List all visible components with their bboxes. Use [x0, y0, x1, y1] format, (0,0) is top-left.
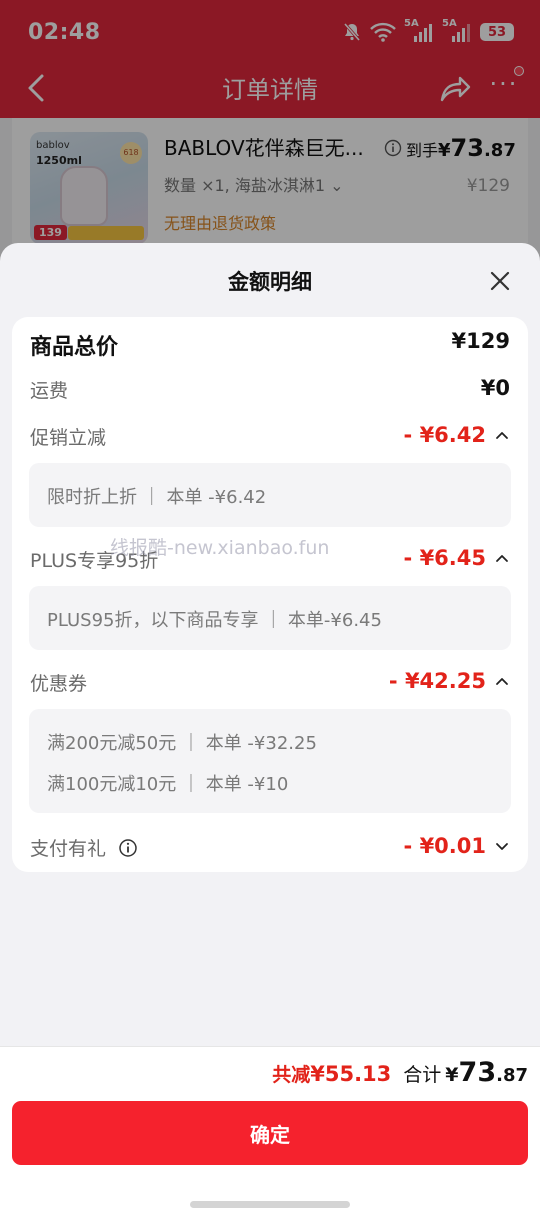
plus-discount-value: - ¥6.45 [403, 546, 486, 570]
total-label: 合计 [403, 1064, 442, 1086]
shipping-label: 运费 [30, 380, 69, 402]
promo-row[interactable]: 促销立减 - ¥6.42 [30, 423, 510, 455]
total-currency: ¥ [445, 1064, 459, 1086]
chevron-up-icon[interactable] [494, 673, 510, 689]
shipping-value: ¥0 [480, 376, 510, 400]
discount-value: ¥55.13 [310, 1062, 392, 1086]
amount-detail-card: 商品总价 ¥129 运费 ¥0 促销立减 - ¥6.42 限时折上折 ｜ 本单 … [12, 317, 528, 872]
payment-gift-value: - ¥0.01 [403, 834, 486, 858]
goods-total-value: ¥129 [451, 329, 510, 353]
chevron-up-icon[interactable] [494, 550, 510, 566]
coupon-value: - ¥42.25 [388, 669, 486, 693]
coupon-label: 优惠券 [30, 673, 88, 695]
coupon-detail-1: 满200元减50元 ｜ 本单 -¥32.25 [47, 733, 317, 754]
goods-total-label: 商品总价 [30, 335, 119, 360]
confirm-button[interactable]: 确定 [12, 1101, 528, 1165]
coupon-detail-2: 满100元减10元 ｜ 本单 -¥10 [47, 774, 289, 795]
shipping-row: 运费 ¥0 [30, 376, 510, 408]
total-int: 73 [458, 1057, 497, 1088]
total-dec: .87 [496, 1065, 528, 1086]
promo-label: 促销立减 [30, 427, 107, 449]
home-indicator[interactable] [190, 1201, 350, 1208]
watermark: 线报酷-new.xianbao.fun [110, 537, 330, 559]
promo-value: - ¥6.42 [403, 423, 486, 447]
payment-gift-label-wrap: 支付有礼 [30, 834, 138, 861]
payment-gift-row[interactable]: 支付有礼 - ¥0.01 [30, 834, 510, 866]
chevron-down-icon[interactable] [494, 838, 510, 854]
promo-detail: 限时折上折 ｜ 本单 -¥6.42 [47, 487, 267, 508]
coupon-row[interactable]: 优惠券 - ¥42.25 [30, 669, 510, 701]
amount-detail-sheet: 金额明细 商品总价 ¥129 运费 ¥0 促销立减 - ¥6.42 限时折上折 … [0, 243, 540, 1218]
plus-detail: PLUS95折，以下商品专享 ｜ 本单-¥6.45 [47, 610, 382, 631]
chevron-up-icon[interactable] [494, 427, 510, 443]
payment-gift-label: 支付有礼 [30, 838, 107, 860]
plus-detail-box: PLUS95折，以下商品专享 ｜ 本单-¥6.45 [29, 586, 511, 650]
discount-label: 共减 [272, 1064, 311, 1086]
close-icon[interactable] [484, 265, 516, 297]
promo-detail-box: 限时折上折 ｜ 本单 -¥6.42 [29, 463, 511, 527]
sheet-title: 金额明细 [228, 270, 312, 294]
goods-total-row: 商品总价 ¥129 [30, 329, 510, 361]
info-icon[interactable] [118, 838, 138, 858]
sheet-footer: 共减 ¥55.13 合计 ¥ 73 .87 确定 [0, 1046, 540, 1218]
coupon-detail-box: 满200元减50元 ｜ 本单 -¥32.25 满100元减10元 ｜ 本单 -¥… [29, 709, 511, 813]
price-summary: 共减 ¥55.13 合计 ¥ 73 .87 [272, 1057, 528, 1088]
